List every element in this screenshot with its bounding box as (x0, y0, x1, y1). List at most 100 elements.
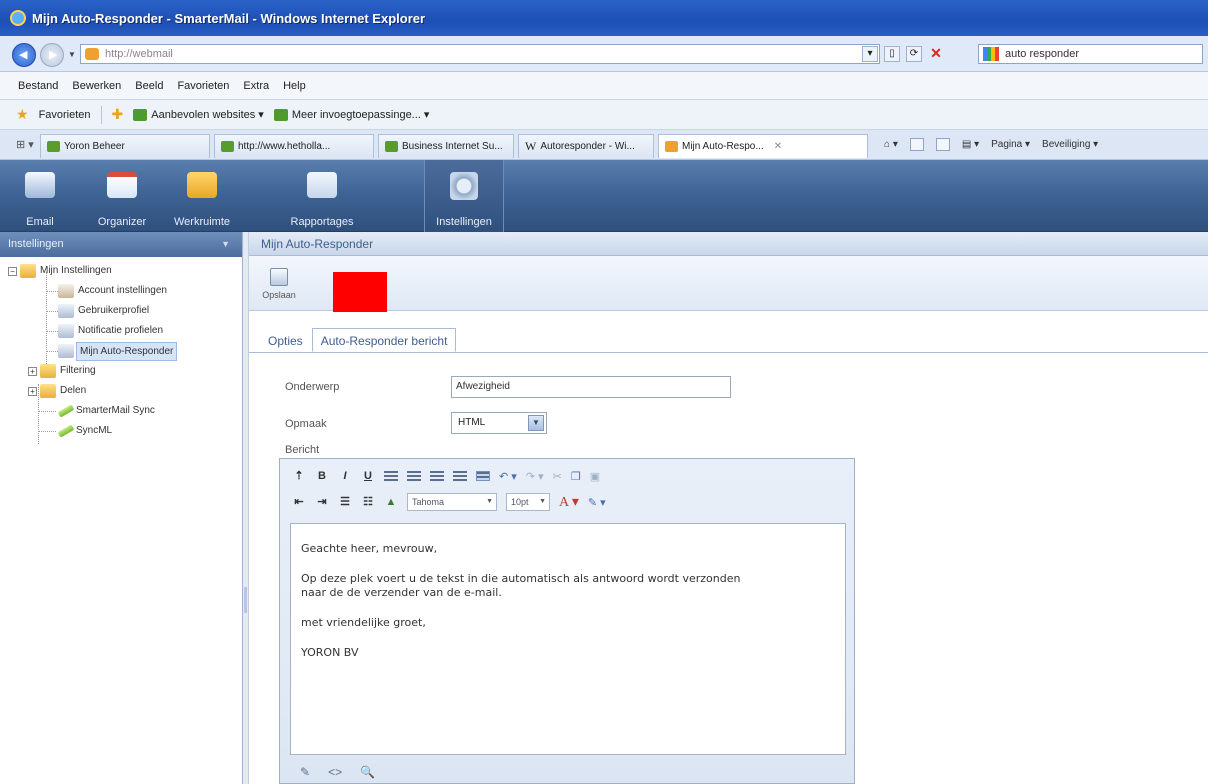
menu-beeld[interactable]: Beeld (135, 80, 163, 92)
tree-item-account[interactable]: Account instellingen (0, 281, 242, 301)
nav-organizer[interactable]: Organizer (82, 160, 162, 232)
splitter-grip[interactable] (244, 587, 247, 613)
calendar-icon (107, 172, 137, 198)
ie-page-icon (273, 108, 288, 121)
favorites-button[interactable]: Favorieten (39, 109, 91, 121)
font-size-select[interactable]: 10pt ▼ (506, 493, 550, 511)
nav-rapportages[interactable]: Rapportages (282, 160, 362, 232)
address-dropdown-icon[interactable]: ▾ (862, 46, 878, 62)
highlight-color-icon[interactable]: ✎ ▾ (588, 496, 606, 509)
cut-icon[interactable]: ✂ (553, 470, 562, 483)
paste-icon[interactable]: ▣ (590, 470, 600, 483)
stop-icon[interactable]: ✕ (928, 46, 944, 62)
menu-favorieten[interactable]: Favorieten (177, 80, 229, 92)
browser-tab-label: Business Internet Su... (402, 141, 503, 152)
unordered-list-icon[interactable]: ☷ (361, 495, 375, 509)
nav-werkruimte[interactable]: Werkruimte (162, 160, 242, 232)
refresh-icon[interactable]: ⟳ (906, 46, 922, 62)
browser-tab-1[interactable]: Yoron Beheer (40, 134, 210, 158)
fav-addons-label: Meer invoegtoepassinge... ▾ (291, 109, 430, 121)
format-select[interactable]: HTML ▼ (451, 412, 547, 434)
align-center-icon[interactable] (407, 471, 421, 481)
bold-icon[interactable]: B (315, 469, 329, 483)
compat-view-icon[interactable]: ▯ (884, 46, 900, 62)
forward-button[interactable] (40, 43, 64, 67)
tree-label: SmarterMail Sync (76, 405, 155, 416)
expand-icon[interactable]: + (28, 367, 37, 376)
tree-item-gebruikerprofiel[interactable]: Gebruikerprofiel (0, 301, 242, 321)
redo-icon[interactable]: ↷ ▾ (526, 470, 544, 483)
italic-icon[interactable]: I (338, 469, 352, 483)
browser-tab-label: Mijn Auto-Respo... (682, 141, 764, 152)
tree-label: Mijn Auto-Responder (76, 342, 178, 361)
browser-tab-3[interactable]: Business Internet Su... (378, 134, 514, 158)
browser-tab-2[interactable]: http://www.hetholla... (214, 134, 374, 158)
collapse-icon[interactable]: − (8, 267, 17, 276)
quick-tabs-icon[interactable]: ⊞ ▾ (16, 138, 34, 151)
chevron-down-icon[interactable]: ▼ (528, 415, 544, 431)
outdent-icon[interactable]: ⇤ (292, 495, 306, 509)
mail-icon[interactable] (935, 138, 950, 151)
tab-divider (249, 352, 1208, 353)
tree-item-notificatie[interactable]: Notificatie profielen (0, 321, 242, 341)
align-right-icon[interactable] (430, 471, 444, 481)
fav-suggested-sites[interactable]: Aanbevolen websites ▾ (133, 108, 264, 121)
tree-label: SyncML (76, 425, 113, 436)
tree-item-syncml[interactable]: SyncML (0, 421, 242, 441)
expand-icon[interactable]: + (28, 387, 37, 396)
sidebar-dropdown-icon[interactable]: ▼ (221, 232, 230, 257)
history-dropdown-icon[interactable]: ▼ (68, 50, 76, 59)
browser-tab-active[interactable]: Mijn Auto-Respo... ✕ (658, 134, 868, 158)
menu-bewerken[interactable]: Bewerken (72, 80, 121, 92)
page-menu[interactable]: Pagina ▾ (991, 139, 1030, 150)
preview-mode-icon[interactable]: 🔍 (360, 765, 375, 779)
html-mode-icon[interactable]: <> (328, 765, 342, 779)
nav-email[interactable]: Email (0, 160, 80, 232)
back-button[interactable] (12, 43, 36, 67)
message-body[interactable]: Geachte heer, mevrouw, Op deze plek voer… (290, 523, 846, 755)
align-justify-icon[interactable] (453, 471, 467, 481)
font-family-select[interactable]: Tahoma ▼ (407, 493, 497, 511)
tab-auto-responder-bericht[interactable]: Auto-Responder bericht (311, 328, 457, 352)
subject-input[interactable]: Afwezigheid (451, 376, 731, 398)
address-input[interactable]: http://webmail (80, 44, 880, 64)
window-title: Mijn Auto-Responder - SmarterMail - Wind… (32, 10, 426, 26)
font-color-icon[interactable]: A ▾ (559, 494, 579, 511)
tree-line (38, 411, 56, 412)
align-left-icon[interactable] (384, 471, 398, 481)
tree-item-delen[interactable]: + Delen (0, 381, 242, 401)
insert-image-icon[interactable]: ▲ (384, 495, 398, 509)
ordered-list-icon[interactable]: ☰ (338, 495, 352, 509)
copy-icon[interactable]: ❐ (571, 470, 581, 483)
fav-more-addons[interactable]: Meer invoegtoepassinge... ▾ (273, 108, 430, 121)
design-mode-icon[interactable]: ✎ (300, 765, 310, 779)
menu-bestand[interactable]: Bestand (18, 80, 58, 92)
underline-icon[interactable]: U (361, 469, 375, 483)
tree-item-mijn-instellingen[interactable]: − Mijn Instellingen (0, 261, 242, 281)
save-label: Opslaan (262, 290, 296, 300)
search-input[interactable]: auto responder (978, 44, 1203, 64)
undo-icon[interactable]: ↶ ▾ (499, 470, 517, 483)
browser-tab-4[interactable]: W Autoresponder - Wi... (518, 134, 654, 158)
favorites-star-icon[interactable]: ★ (16, 106, 29, 123)
close-tab-icon[interactable]: ✕ (774, 141, 782, 152)
tab-opties[interactable]: Opties (259, 328, 312, 352)
tree-item-smartermail-sync[interactable]: SmarterMail Sync (0, 401, 242, 421)
feeds-icon[interactable] (909, 138, 924, 151)
nav-organizer-label: Organizer (97, 216, 147, 228)
clear-format-icon[interactable]: ⇡ (292, 469, 306, 483)
tree-item-auto-responder[interactable]: Mijn Auto-Responder (0, 341, 242, 361)
align-full-icon[interactable] (476, 471, 490, 481)
tree-item-filtering[interactable]: + Filtering (0, 361, 242, 381)
window-titlebar: Mijn Auto-Responder - SmarterMail - Wind… (0, 0, 1208, 36)
save-button[interactable]: Opslaan (261, 268, 297, 306)
sync-plug-icon (57, 424, 75, 438)
menu-extra[interactable]: Extra (243, 80, 269, 92)
indent-icon[interactable]: ⇥ (315, 495, 329, 509)
add-favorite-icon[interactable]: ✚ (112, 106, 124, 123)
menu-help[interactable]: Help (283, 80, 306, 92)
home-icon[interactable]: ⌂ ▾ (884, 139, 898, 150)
print-icon[interactable]: ▤ ▾ (962, 139, 979, 150)
safety-menu[interactable]: Beveiliging ▾ (1042, 139, 1098, 150)
nav-instellingen[interactable]: Instellingen (424, 160, 504, 232)
